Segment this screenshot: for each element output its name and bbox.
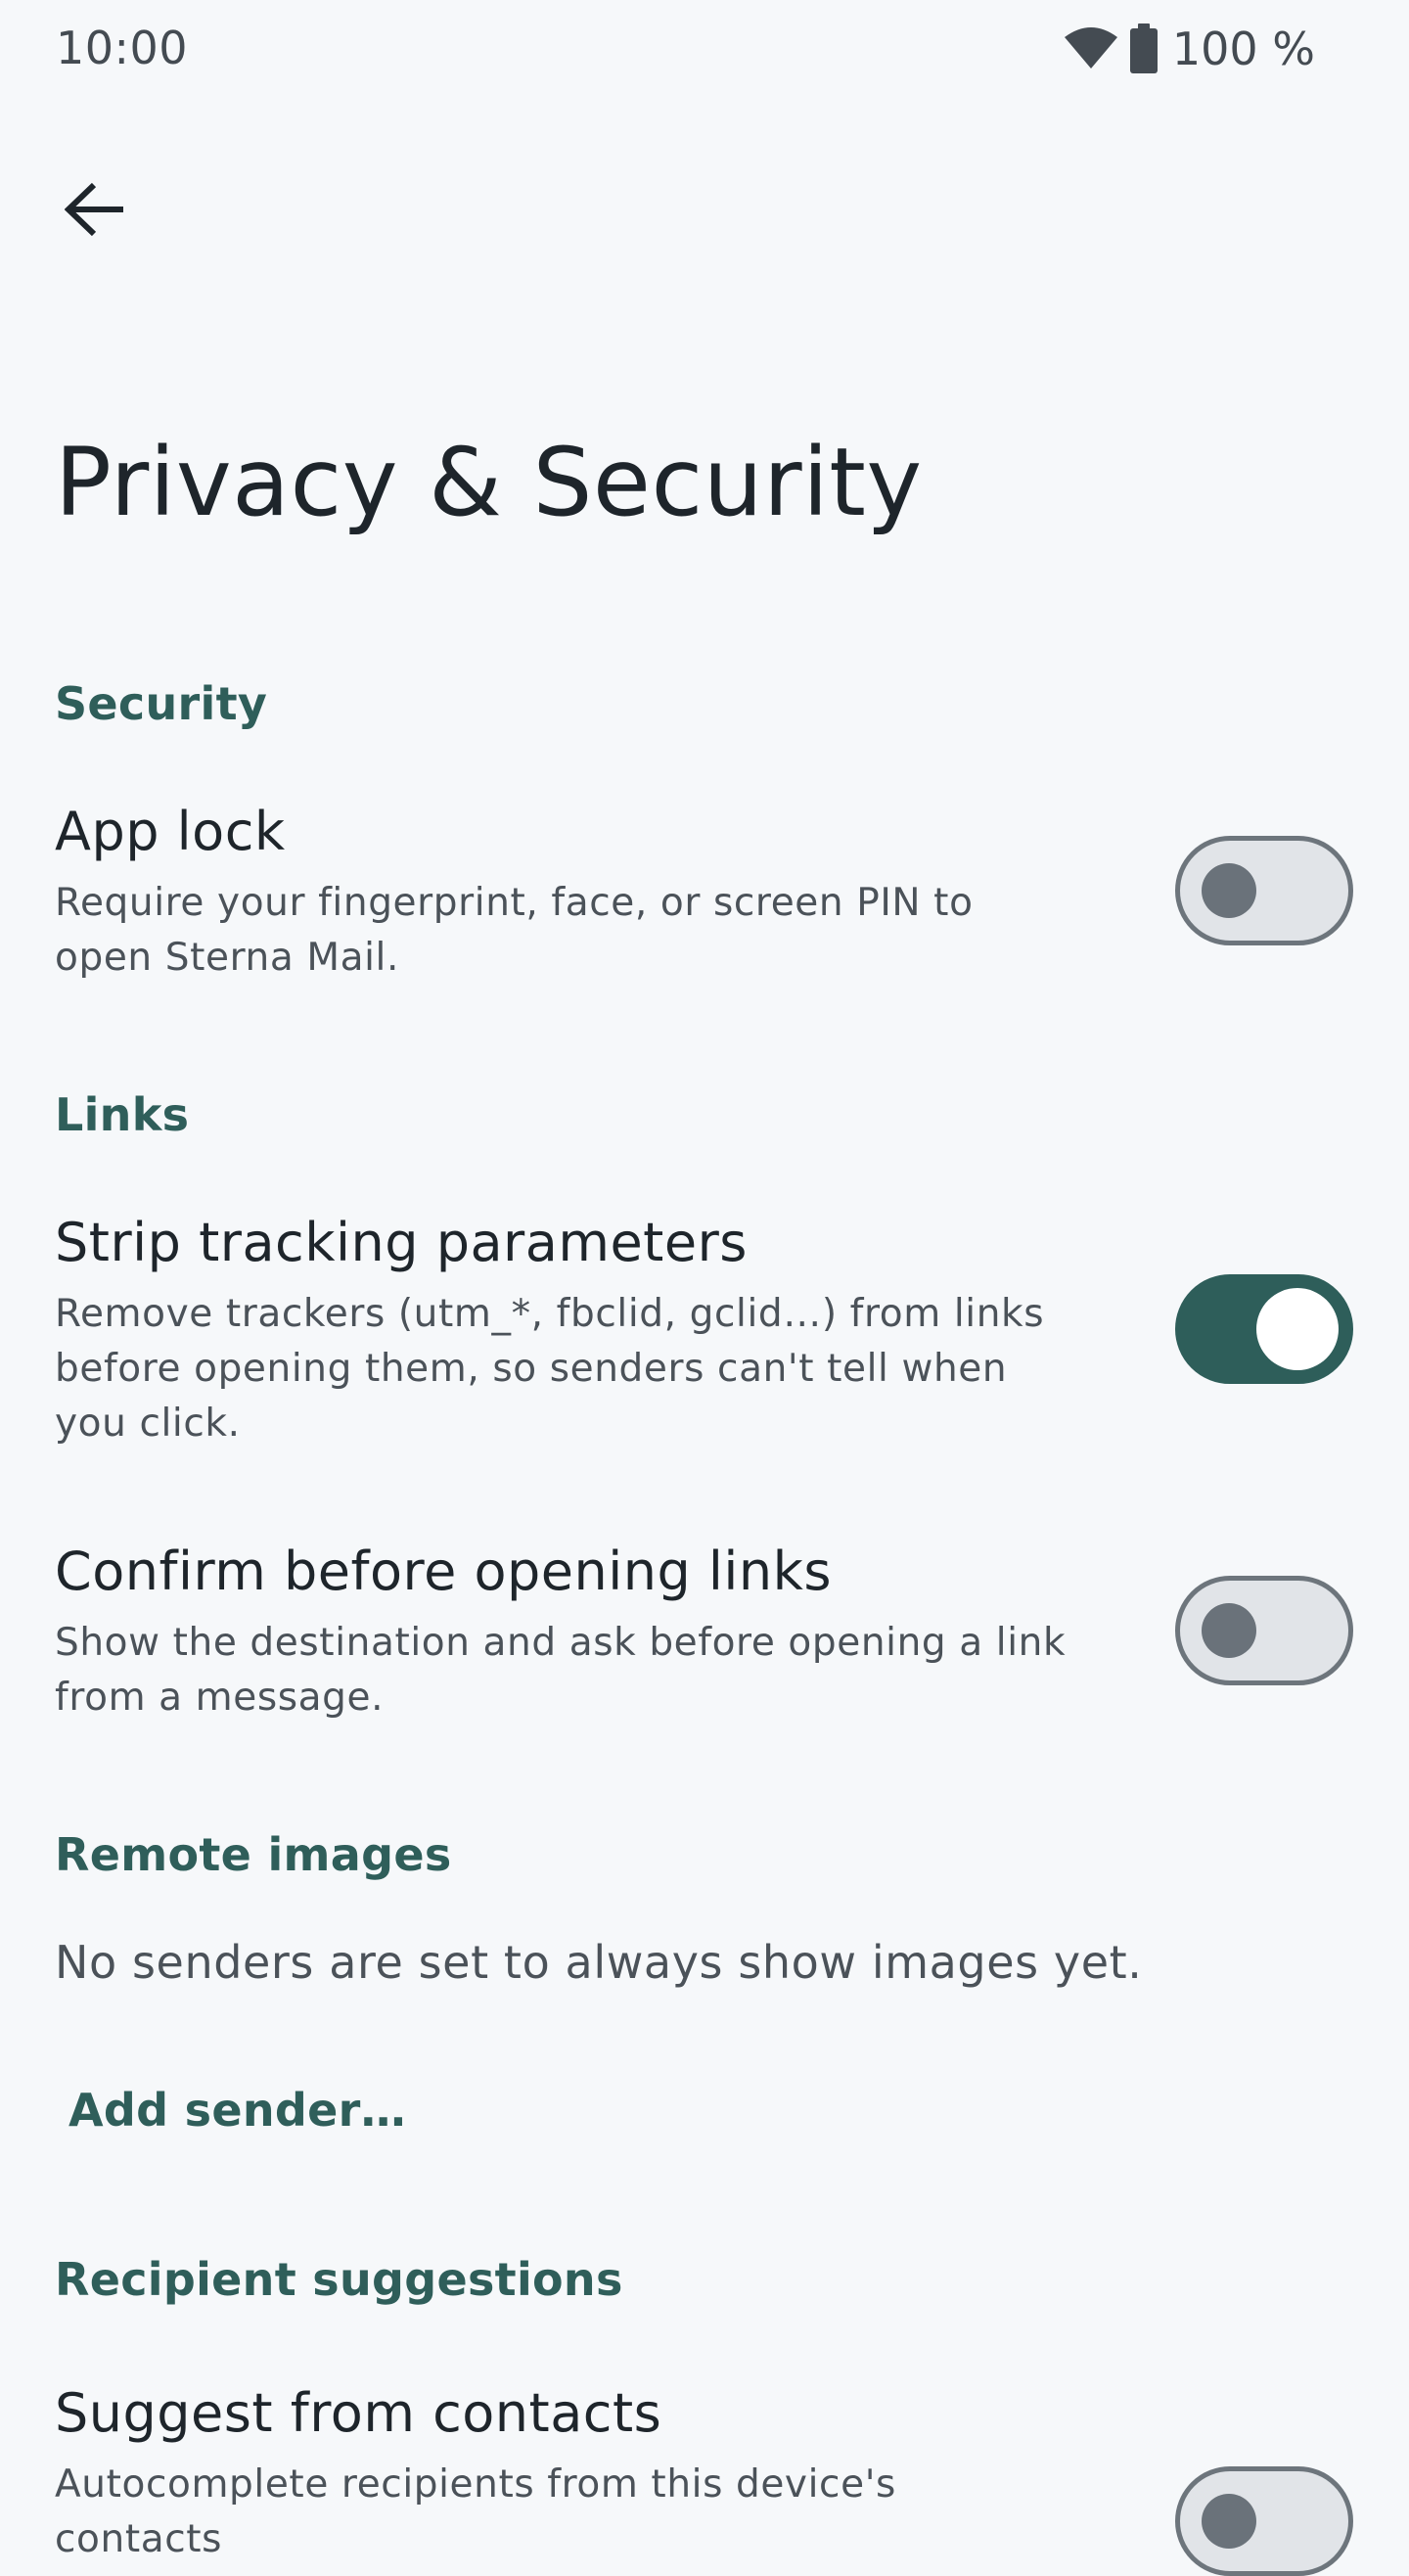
setting-strip-tracking[interactable]: Strip tracking parameters Remove tracker… [0, 1204, 1409, 1468]
strip-tracking-switch[interactable] [1175, 1274, 1353, 1384]
battery-percentage: 100 % [1171, 23, 1315, 75]
section-header-remote-images: Remote images [55, 1828, 452, 1881]
status-bar: 10:00 100 % [0, 0, 1409, 98]
setting-title: App lock [55, 801, 286, 862]
confirm-links-switch[interactable] [1175, 1576, 1353, 1685]
page-title: Privacy & Security [55, 428, 923, 537]
switch-thumb [1202, 863, 1256, 918]
arrow-back-icon [64, 181, 127, 242]
section-header-recipient-suggestions: Recipient suggestions [55, 2253, 623, 2306]
status-icons: 100 % [1063, 18, 1315, 80]
setting-description: Remove trackers (utm_*, fbclid, gclid…) … [55, 1292, 1045, 1446]
wifi-icon [1063, 27, 1119, 70]
app-lock-switch[interactable] [1175, 836, 1353, 945]
setting-description: Require your fingerprint, face, or scree… [55, 881, 974, 980]
add-sender-button[interactable]: Add sender… [55, 2063, 420, 2157]
section-header-security: Security [55, 677, 268, 730]
setting-description: Autocomplete recipients from this device… [55, 2462, 896, 2561]
back-button[interactable] [51, 166, 141, 256]
setting-title: Suggest from contacts [55, 2382, 662, 2444]
setting-suggest-contacts[interactable]: Suggest from contacts Autocomplete recip… [0, 2374, 1409, 2576]
setting-app-lock[interactable]: App lock Require your fingerprint, face,… [0, 793, 1409, 998]
status-time: 10:00 [56, 22, 189, 74]
switch-thumb [1202, 1603, 1256, 1658]
setting-title: Strip tracking parameters [55, 1212, 748, 1273]
setting-description: Show the destination and ask before open… [55, 1621, 1067, 1720]
section-header-links: Links [55, 1088, 190, 1141]
switch-thumb [1202, 2494, 1256, 2549]
setting-title: Confirm before opening links [55, 1541, 833, 1602]
setting-confirm-links[interactable]: Confirm before opening links Show the de… [0, 1533, 1409, 1738]
remote-images-empty-text: No senders are set to always show images… [55, 1936, 1143, 1989]
battery-icon [1129, 23, 1159, 74]
switch-thumb [1256, 1288, 1339, 1370]
suggest-contacts-switch[interactable] [1175, 2466, 1353, 2576]
